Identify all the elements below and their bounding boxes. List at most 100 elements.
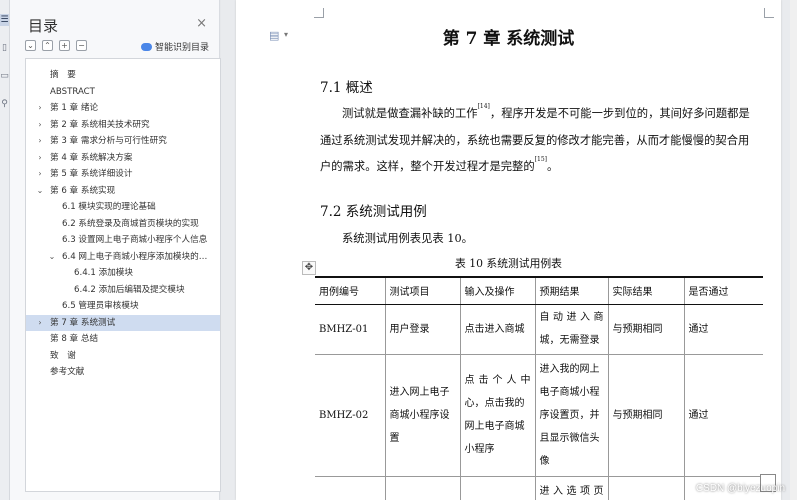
toc-item[interactable]: ⌄ 第 6 章 系统实现 (26, 183, 220, 200)
toc-item-label: 第 3 章 需求分析与可行性研究 (50, 136, 167, 146)
toc-item-label: 致 谢 (50, 350, 76, 361)
chevron-right-icon[interactable]: › (36, 117, 44, 134)
smart-toc-button[interactable]: 智能识别目录 (140, 40, 209, 53)
chapter-title: 第 7 章 系统测试 (442, 29, 575, 49)
vertical-scrollbar[interactable] (790, 0, 797, 500)
section-heading-7-2: 7.2 系统测试用例 (320, 204, 427, 220)
table-cell: 与预期相同 (607, 304, 685, 355)
section-7-2-intro: 系统测试用例表见表 10。 (342, 232, 473, 245)
toc-item-label: 第 8 章 总结 (50, 334, 99, 344)
chevron-right-icon[interactable]: › (36, 100, 44, 117)
toc-title: 目录 (28, 17, 59, 35)
table-header-cell: 测试项目 (384, 276, 461, 305)
table-cell: 点击个人中 心，点击我的 网上电子商城 小程序 (459, 354, 536, 477)
table-cell: BMHZ-02 (315, 354, 386, 477)
table-cell (384, 476, 461, 500)
remove-heading-button[interactable]: − (76, 40, 87, 51)
table-cell: 进入网上电子 商城小程序设 置 (384, 354, 461, 477)
chevron-right-icon[interactable]: › (36, 166, 44, 183)
table-header-row: 用例编号 测试项目 输入及操作 预期结果 实际结果 是否通过 (315, 276, 763, 305)
table-row: BMHZ-02 进入网上电子 商城小程序设 置 点击个人中 心，点击我的 网上电… (315, 354, 763, 477)
chevron-down-icon[interactable]: ⌄ (48, 249, 56, 266)
table-cell (459, 476, 536, 500)
table-cell (607, 476, 685, 500)
table-header-cell: 是否通过 (683, 276, 763, 305)
table-cell: BMHZ-01 (315, 304, 386, 355)
table-cell: 点击进入商城 (459, 304, 536, 355)
chevron-right-icon[interactable]: › (36, 315, 44, 332)
table-header-cell: 预期结果 (534, 276, 609, 305)
toc-item[interactable]: › 第 4 章 系统解决方案 (26, 150, 220, 167)
toc-item-label: 6.1 模块实现的理论基础 (62, 202, 156, 212)
toc-item-label: 6.3 设置网上电子商城小程序个人信息 (62, 235, 208, 245)
table-move-handle-icon[interactable]: ✥ (302, 261, 316, 275)
table-header-cell: 输入及操作 (459, 276, 536, 305)
toc-item-label: 6.2 系统登录及商城首页模块的实现 (62, 218, 199, 229)
toc-toolbar: ⌄ ⌃ + − (25, 40, 87, 54)
person-icon[interactable]: ⚲ (0, 98, 9, 110)
toc-item[interactable]: › 第 7 章 系统测试 (26, 314, 220, 332)
page-corner-mark (764, 8, 774, 18)
smart-toc-icon (140, 42, 152, 51)
toc-item[interactable]: 6.2 系统登录及商城首页模块的实现 (26, 216, 220, 233)
toc-item[interactable]: 6.3 设置网上电子商城小程序个人信息 (26, 232, 220, 249)
document-area: ▤ ▾ 第 7 章 系统测试 7.1 概述 测试就是做查漏补缺的工作[14]，程… (221, 0, 797, 500)
add-heading-button[interactable]: + (59, 40, 70, 51)
table-cell: 通过 (683, 354, 763, 477)
toc-panel-icon[interactable]: ☰ (0, 14, 9, 26)
toc-item[interactable]: 6.5 管理员审核模块 (26, 298, 220, 315)
toc-panel: 目录 × ⌄ ⌃ + − 智能识别目录 摘 要 ABSTRACT › 第 1 章 绪论… (10, 0, 221, 500)
table-cell: 进入选项页 (534, 476, 609, 500)
chevron-right-icon[interactable]: › (36, 133, 44, 150)
toc-item-label: 第 5 章 系统详细设计 (50, 169, 133, 179)
toc-item-label: ABSTRACT (50, 86, 95, 97)
toc-item-label: 第 6 章 系统实现 (50, 185, 116, 196)
toc-item-label: 第 7 章 系统测试 (50, 317, 116, 328)
table-cell: 通过 (683, 304, 763, 355)
toc-item-label: 第 1 章 绪论 (50, 103, 99, 113)
toc-item[interactable]: › 第 5 章 系统详细设计 (26, 166, 220, 183)
toc-item[interactable]: › 第 3 章 需求分析与可行性研究 (26, 133, 220, 150)
chevron-down-icon[interactable]: ⌄ (36, 183, 44, 200)
document-page: ▤ ▾ 第 7 章 系统测试 7.1 概述 测试就是做查漏补缺的工作[14]，程… (236, 0, 781, 500)
toc-item[interactable]: › 第 1 章 绪论 (26, 100, 220, 117)
table-header-cell: 实际结果 (607, 276, 685, 305)
toc-list: 摘 要 ABSTRACT › 第 1 章 绪论 › 第 2 章 系统相关技术研究 › 第 3 … (25, 58, 221, 492)
toc-item[interactable]: 6.4.1 添加模块 (26, 265, 220, 282)
toc-item[interactable]: 第 8 章 总结 (26, 331, 220, 348)
toc-item-label: 6.4.2 添加后编辑及提交模块 (74, 284, 185, 295)
smart-toc-label: 智能识别目录 (154, 43, 209, 53)
toc-item-label: 6.4 网上电子商城小程序添加模块的实现 (62, 251, 216, 262)
table-cell: 进入我的网上 电子商城小程 序设置页，并 且显示微信头 像 (534, 354, 609, 477)
close-icon[interactable]: × (196, 16, 207, 31)
table-cell: 与预期相同 (607, 354, 685, 477)
toc-item[interactable]: 6.4.2 添加后编辑及提交模块 (26, 282, 220, 299)
section-7-1-paragraph: 测试就是做查漏补缺的工作[14]，程序开发是不可能一步到位的，其间好多问题都是通… (320, 103, 750, 173)
toc-item-label: 第 4 章 系统解决方案 (50, 152, 133, 163)
table-cell (315, 476, 386, 500)
outline-icon[interactable]: ▭ (0, 70, 9, 82)
expand-all-button[interactable]: ⌄ (25, 40, 36, 51)
table-cell: 用户登录 (384, 304, 461, 355)
toc-item[interactable]: › 第 2 章 系统相关技术研究 (26, 117, 220, 134)
toc-item[interactable]: 6.1 模块实现的理论基础 (26, 199, 220, 216)
table-row: BMHZ-01 用户登录 点击进入商城 自动进入商 城，无需登录 与预期相同 通… (315, 304, 763, 355)
table-cell: 自动进入商 城，无需登录 (534, 304, 609, 355)
page-corner-mark (314, 8, 324, 18)
toc-item-label: 第 2 章 系统相关技术研究 (50, 119, 150, 130)
table-header-cell: 用例编号 (315, 276, 386, 305)
toc-item-label: 摘 要 (50, 70, 76, 80)
chevron-right-icon[interactable]: › (36, 150, 44, 167)
bookmark-icon[interactable]: ▯ (0, 42, 9, 54)
watermark: CSDN @biyezuopin (695, 483, 785, 494)
toc-item-label: 参考文献 (50, 367, 85, 377)
toc-item[interactable]: 参考文献 (26, 364, 220, 381)
toc-item[interactable]: 致 谢 (26, 348, 220, 365)
test-case-table: 用例编号 测试项目 输入及操作 预期结果 实际结果 是否通过 BMHZ-01 用… (315, 276, 763, 500)
collapse-all-button[interactable]: ⌃ (42, 40, 53, 51)
toc-item[interactable]: ABSTRACT (26, 84, 220, 101)
toc-item-label: 6.5 管理员审核模块 (62, 301, 139, 311)
toc-item-label: 6.4.1 添加模块 (74, 268, 133, 278)
toc-item[interactable]: 摘 要 (26, 67, 220, 84)
toc-item[interactable]: ⌄ 6.4 网上电子商城小程序添加模块的实现 (26, 249, 220, 266)
